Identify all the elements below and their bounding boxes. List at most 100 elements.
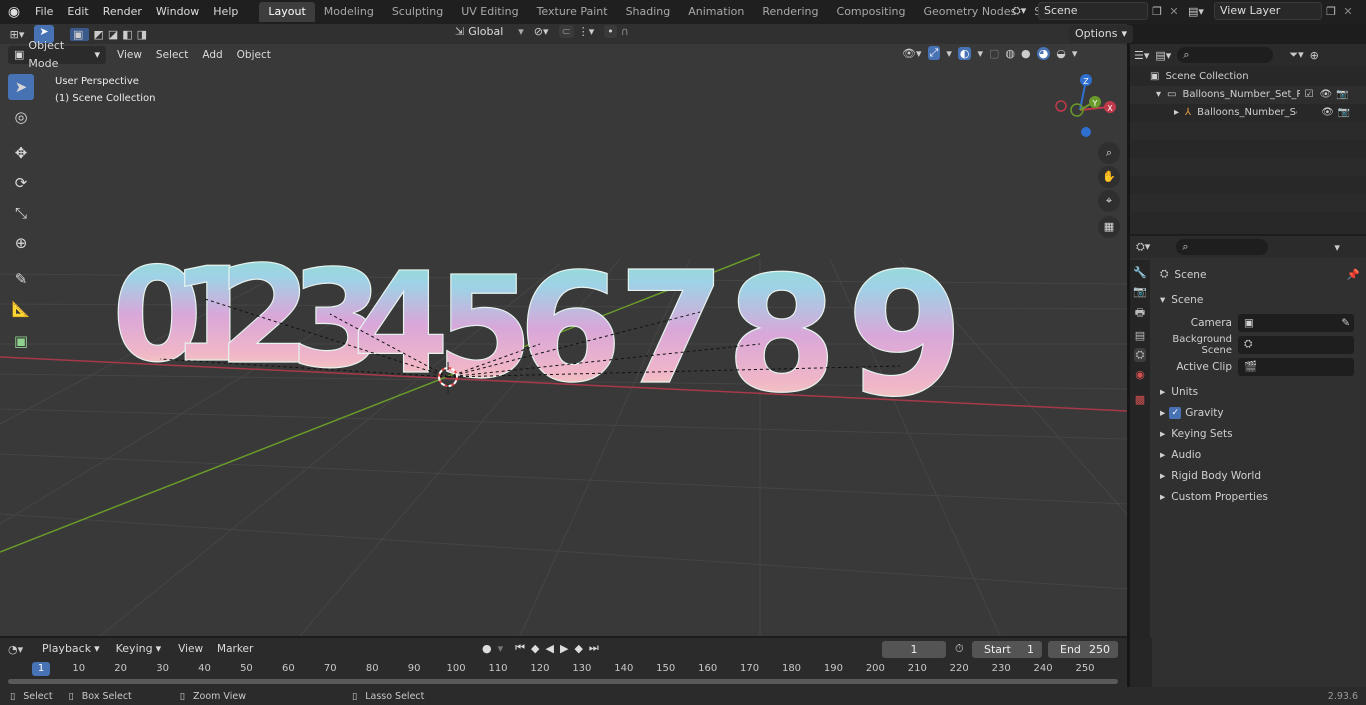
balloon-9[interactable]: 9 <box>845 236 964 435</box>
active-clip-field[interactable]: 🎬 <box>1238 357 1354 376</box>
timeline-view-menu[interactable]: View <box>171 637 210 661</box>
chevron-down-icon[interactable]: ▾ <box>1334 241 1340 254</box>
timeline-marker-menu[interactable]: Marker <box>210 637 260 661</box>
overlay-toggle-icon[interactable]: ◐ <box>957 46 972 60</box>
select-mode-intersect-icon[interactable]: ◨ <box>137 28 147 41</box>
frame-ruler[interactable]: 1 10 20 30 40 50 60 70 80 90 100 110 120 130 140 150 160… <box>0 662 1127 676</box>
chevron-down-icon[interactable]: ▾ <box>498 642 504 655</box>
balloon-4[interactable]: 4 <box>351 242 450 406</box>
tab-animation[interactable]: Animation <box>679 2 753 22</box>
cursor-tool-icon[interactable]: ◎ <box>8 104 34 130</box>
close-scene-icon[interactable]: ✕ <box>1166 5 1182 18</box>
panel-gravity[interactable]: ▸ ✓ Gravity <box>1154 402 1366 423</box>
camera-icon[interactable]: 📷 <box>1338 104 1350 122</box>
jump-end-icon[interactable]: ⏭ <box>589 641 599 655</box>
proportional-edit-icon[interactable]: • <box>604 25 617 38</box>
menu-file[interactable]: File <box>28 0 60 24</box>
rendered-shading-icon[interactable]: ◒ <box>1056 47 1066 60</box>
zoom-view-icon[interactable]: ⌕ <box>1098 142 1120 164</box>
balloon-numbers-mesh[interactable]: 0 1 2 3 4 5 6 7 8 9 <box>111 236 964 435</box>
tab-rendering[interactable]: Rendering <box>753 2 827 22</box>
outliner-editor-type-icon[interactable]: ☰▾ <box>1134 49 1149 62</box>
copy-view-layer-icon[interactable]: ❐ <box>1322 5 1340 18</box>
snap-icon[interactable]: ⊂ <box>558 25 574 38</box>
new-collection-icon[interactable]: ⊕ <box>1310 49 1319 62</box>
blender-logo-icon[interactable]: ◉ <box>0 4 28 20</box>
navigation-gizmo[interactable]: Z Y X <box>1055 74 1116 137</box>
next-keyframe-icon[interactable]: ◆ <box>574 642 582 655</box>
gizmo-toggle-icon[interactable]: ⤢ <box>927 46 941 60</box>
balloon-6[interactable]: 6 <box>517 241 623 416</box>
start-frame-field[interactable]: Start 1 <box>972 641 1042 658</box>
outliner-row-object[interactable]: ▸ ⅄ Balloons_Number_Set_Ra 👁 📷 <box>1130 104 1366 122</box>
properties-search-field[interactable]: ⌕ <box>1176 239 1269 255</box>
menu-edit[interactable]: Edit <box>60 0 95 24</box>
visibility-icon[interactable]: 👁▾ <box>902 47 922 60</box>
pan-view-icon[interactable]: ✋ <box>1098 166 1120 188</box>
checkbox-icon[interactable]: ☑ <box>1304 86 1313 104</box>
camera-icon[interactable]: 📷 <box>1336 86 1348 104</box>
prev-keyframe-icon[interactable]: ◆ <box>531 642 539 655</box>
menu-add[interactable]: Add <box>195 43 229 67</box>
properties-editor-type-icon[interactable]: ⛭▾ <box>1136 240 1150 254</box>
eye-icon[interactable]: 👁 <box>1321 104 1334 122</box>
display-mode-icon[interactable]: ▤▾ <box>1155 49 1171 62</box>
annotate-tool-icon[interactable]: ✎ <box>8 266 34 292</box>
transform-tool-icon[interactable]: ⊕ <box>8 230 34 256</box>
copy-scene-icon[interactable]: ❐ <box>1148 5 1166 18</box>
filter-icon[interactable]: ⏷▾ <box>1289 48 1303 62</box>
panel-units[interactable]: ▸ Units <box>1154 381 1366 402</box>
tab-sculpting[interactable]: Sculpting <box>383 2 452 22</box>
eye-icon[interactable]: 👁 <box>1319 86 1332 104</box>
stopwatch-icon[interactable]: ⏱ <box>955 642 964 656</box>
gravity-checkbox[interactable]: ✓ <box>1169 406 1182 419</box>
select-mode-extend-icon[interactable]: ◩ <box>93 28 103 41</box>
outliner-row-collection[interactable]: ▾ ▭ Balloons_Number_Set_Rainbo ☑ 👁 📷 <box>1130 86 1366 104</box>
chevron-down-icon[interactable]: ▾ <box>1072 47 1078 60</box>
menu-view[interactable]: View <box>110 43 149 67</box>
expand-chevron-icon[interactable]: ▾ <box>1156 86 1161 104</box>
auto-keying-icon[interactable]: ● <box>482 642 492 655</box>
playback-menu[interactable]: Playback ▾ <box>36 640 106 658</box>
render-tab-icon[interactable]: 📷 <box>1133 285 1147 298</box>
menu-render[interactable]: Render <box>96 0 149 24</box>
panel-rigid-body-world[interactable]: ▸ Rigid Body World <box>1154 465 1366 486</box>
tab-compositing[interactable]: Compositing <box>828 2 915 22</box>
select-box-tool-icon[interactable]: ➤ <box>8 74 34 100</box>
outliner-search-field[interactable]: ⌕ <box>1177 47 1274 63</box>
tab-uv-editing[interactable]: UV Editing <box>452 2 527 22</box>
menu-object[interactable]: Object <box>230 43 278 67</box>
timeline-scrollbar[interactable] <box>8 679 1118 684</box>
menu-help[interactable]: Help <box>206 0 245 24</box>
solid-shading-icon[interactable]: ● <box>1021 47 1031 60</box>
scene-tab-icon[interactable]: ⛭ <box>1133 348 1147 362</box>
tab-modeling[interactable]: Modeling <box>315 2 383 22</box>
texture-tab-icon[interactable]: ▩ <box>1135 393 1145 406</box>
expand-chevron-icon[interactable]: ▸ <box>1174 104 1179 122</box>
3d-viewport[interactable]: 0 1 2 3 4 5 6 7 8 9 Z Y X User Perspecti… <box>0 44 1127 636</box>
view-layer-field[interactable]: View Layer <box>1214 2 1322 20</box>
pivot-point-icon[interactable]: ⊘▾ <box>534 25 549 38</box>
tab-shading[interactable]: Shading <box>617 2 680 22</box>
mode-dropdown[interactable]: ▣ Object Mode ▾ <box>8 39 106 70</box>
camera-field[interactable]: ▣ ✎ <box>1238 313 1354 332</box>
tab-layout[interactable]: Layout <box>259 2 315 22</box>
wireframe-shading-icon[interactable]: ◍ <box>1005 47 1015 60</box>
chevron-down-icon[interactable]: ▾ <box>946 47 952 60</box>
background-scene-field[interactable]: ⛭ <box>1238 335 1354 354</box>
tab-texture-paint[interactable]: Texture Paint <box>528 2 617 22</box>
output-tab-icon[interactable]: 🖶 <box>1135 304 1145 323</box>
world-tab-icon[interactable]: ◉ <box>1135 368 1145 381</box>
outliner-row-scene-collection[interactable]: ▣ Scene Collection <box>1130 68 1366 86</box>
add-cube-tool-icon[interactable]: ▣ <box>8 328 34 354</box>
options-button[interactable]: Options ▾ <box>1069 25 1133 43</box>
chevron-down-icon[interactable]: ▾ <box>977 47 983 60</box>
jump-start-icon[interactable]: ⏮ <box>515 641 525 655</box>
end-frame-field[interactable]: End 250 <box>1048 641 1118 658</box>
play-icon[interactable]: ▶ <box>560 642 568 655</box>
close-view-layer-icon[interactable]: ✕ <box>1340 5 1356 18</box>
scale-tool-icon[interactable]: ⤡ <box>8 200 34 226</box>
balloon-8[interactable]: 8 <box>725 240 838 428</box>
select-mode-invert-icon[interactable]: ◧ <box>122 28 132 41</box>
rotate-tool-icon[interactable]: ⟳ <box>8 170 34 196</box>
